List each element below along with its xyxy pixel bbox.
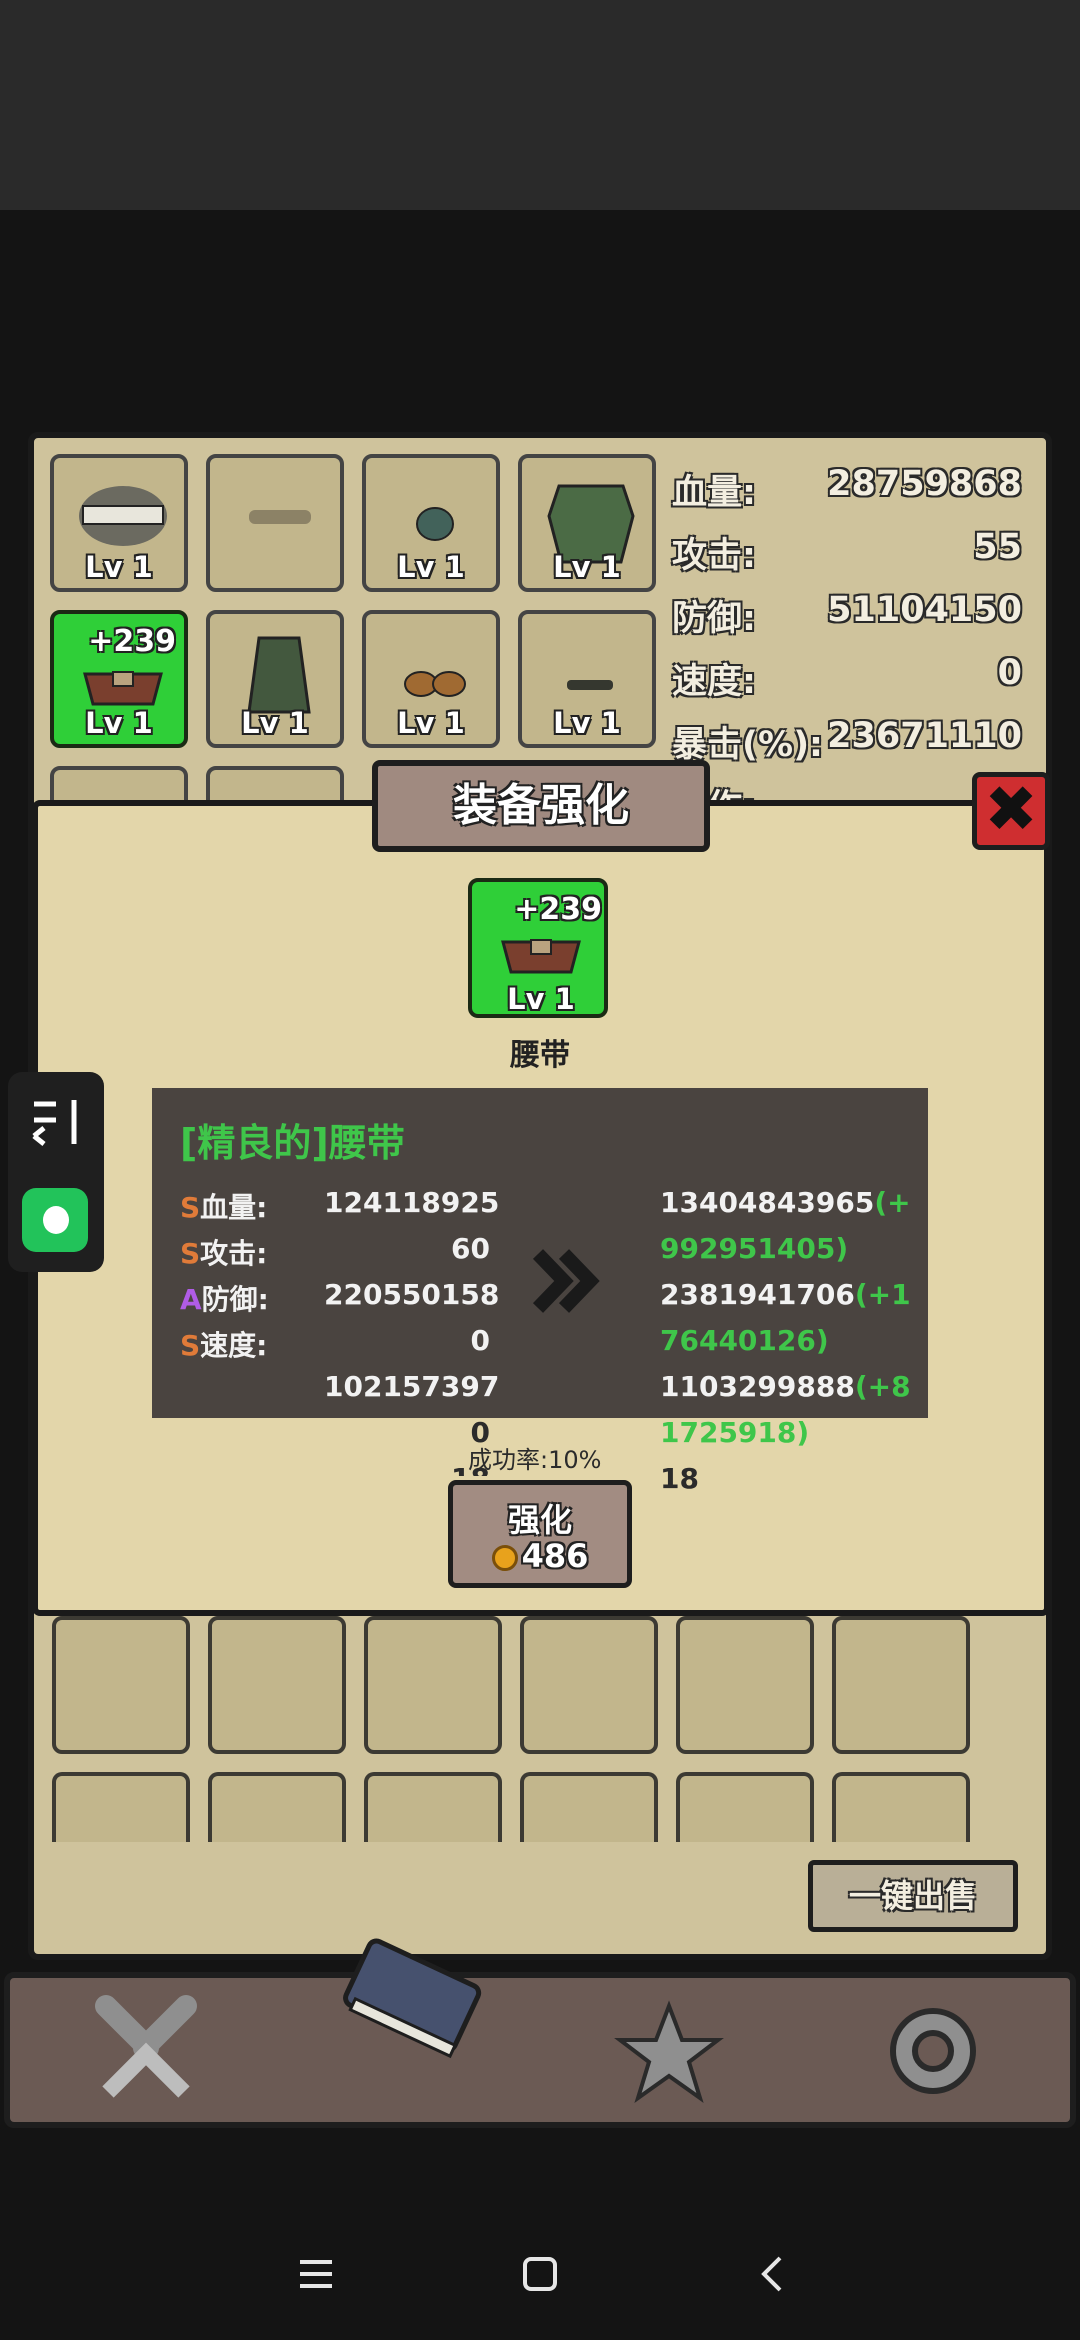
bag-slot[interactable] xyxy=(208,1772,346,1842)
modal-title: 装备强化 xyxy=(372,760,710,852)
attr-row-defense: A防御: xyxy=(180,1283,269,1316)
upgrade-arrow-icon xyxy=(530,1246,600,1320)
attr-row-speed: S速度: xyxy=(180,1329,268,1362)
mask-icon xyxy=(249,510,311,524)
back-icon[interactable] xyxy=(754,2256,790,2296)
next-line-4: 76440126) xyxy=(660,1324,829,1357)
next-line-3: 2381941706(+1 xyxy=(660,1278,911,1311)
equip-slot-gem[interactable]: Lv 1 xyxy=(362,454,500,592)
top-spacer xyxy=(0,210,1080,430)
record-icon[interactable] xyxy=(22,1188,88,1252)
sell-all-button[interactable]: 一键出售 xyxy=(808,1860,1018,1932)
item-title: [精良的]腰带 xyxy=(180,1121,405,1165)
equip-slot-armor[interactable]: Lv 1 xyxy=(518,454,656,592)
next-line-2: 992951405) xyxy=(660,1232,849,1265)
book-icon[interactable] xyxy=(330,1930,490,2074)
close-button[interactable]: ✖ xyxy=(972,772,1050,850)
recents-icon[interactable] xyxy=(298,2256,334,2296)
bag-slot[interactable] xyxy=(832,1772,970,1842)
bag-slot[interactable] xyxy=(364,1772,502,1842)
equip-slot-bracer[interactable]: Lv 1 xyxy=(518,610,656,748)
bag-slot[interactable] xyxy=(52,1616,190,1754)
attr-current-defense: 220550158 xyxy=(324,1278,500,1311)
boots-icon xyxy=(404,671,466,697)
equip-slot-mask[interactable] xyxy=(206,454,344,592)
attr-current-speed: 0 xyxy=(470,1324,490,1357)
attr-current-attack: 60 xyxy=(451,1232,490,1265)
floating-widget[interactable] xyxy=(8,1072,104,1272)
attr-row-attack: S攻击: xyxy=(180,1237,268,1270)
attr-current-extra-2: 0 xyxy=(470,1416,490,1449)
stat-attack: 攻击: 55 xyxy=(672,527,1022,576)
coin-icon xyxy=(491,1545,518,1571)
attr-current-extra-1: 102157397 xyxy=(324,1370,500,1403)
bag-slot[interactable] xyxy=(676,1772,814,1842)
bag-slot[interactable] xyxy=(52,1772,190,1842)
bag-slot[interactable] xyxy=(364,1616,502,1754)
equip-slot-cloak[interactable]: Lv 1 xyxy=(206,610,344,748)
menu-collapse-icon[interactable] xyxy=(30,1094,82,1154)
next-line-7: 18 xyxy=(660,1462,699,1495)
next-line-5: 1103299888(+8 xyxy=(660,1370,911,1403)
battle-icon[interactable] xyxy=(86,1992,206,2116)
attr-current-hp: 124118925 xyxy=(324,1186,500,1219)
bag-slot[interactable] xyxy=(520,1616,658,1754)
enhance-cost: 486 xyxy=(521,1537,589,1575)
bag-slot[interactable] xyxy=(676,1616,814,1754)
status-bar xyxy=(0,0,1080,210)
home-icon[interactable] xyxy=(522,2256,558,2296)
close-icon: ✖ xyxy=(984,773,1038,847)
bag-slot[interactable] xyxy=(208,1616,346,1754)
next-line-1: 13404843965(+ xyxy=(660,1186,911,1219)
headband-icon xyxy=(79,486,167,546)
star-icon[interactable] xyxy=(614,1998,724,2112)
equip-slot-headband[interactable]: Lv 1 xyxy=(50,454,188,592)
bag-slot[interactable] xyxy=(520,1772,658,1842)
enhance-item-slot: +239 Lv 1 xyxy=(468,878,608,1018)
stat-speed: 速度: 0 xyxy=(672,653,1022,702)
bracer-icon xyxy=(567,680,613,690)
equip-slot-belt[interactable]: +239 Lv 1 xyxy=(50,610,188,748)
bag-slot[interactable] xyxy=(832,1616,970,1754)
stat-hp: 血量: 28759868 xyxy=(672,464,1022,513)
next-line-6: 1725918) xyxy=(660,1416,810,1449)
attr-current-extra-3: 18 xyxy=(324,1462,490,1476)
settings-icon[interactable] xyxy=(878,1996,988,2110)
gem-icon xyxy=(416,507,454,541)
equip-slot-boots[interactable]: Lv 1 xyxy=(362,610,500,748)
stat-defense: 防御: 51104150 xyxy=(672,590,1022,639)
success-rate: 成功率:10% xyxy=(468,1446,602,1474)
attr-row-hp: S血量: xyxy=(180,1191,268,1224)
stat-next: …作: xyxy=(672,779,1022,801)
enhance-button[interactable]: 强化 486 xyxy=(448,1480,632,1588)
enhance-item-name: 腰带 xyxy=(510,1038,570,1073)
stat-crit: 暴击(%): 23671110 xyxy=(672,716,1022,765)
